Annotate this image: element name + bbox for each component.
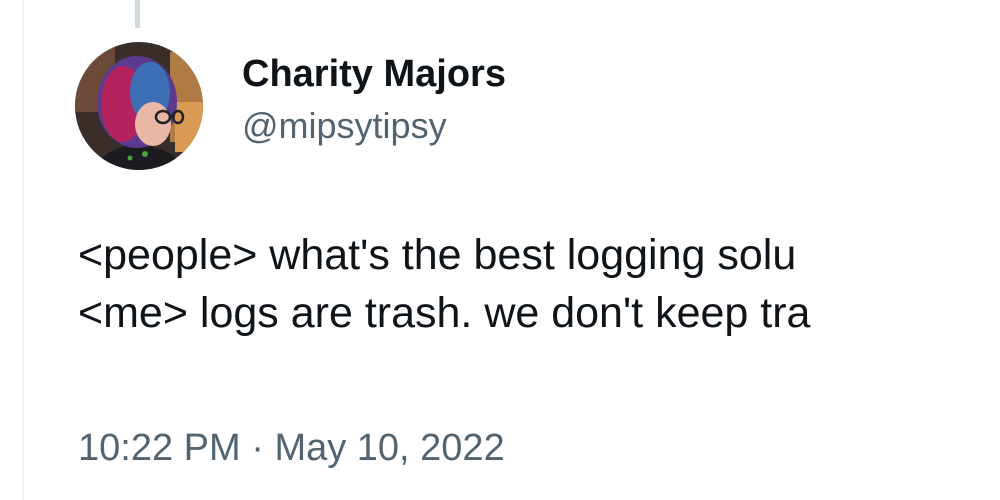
avatar-image: [75, 42, 203, 170]
tweet-line-2: <me> logs are trash. we don't keep tra: [78, 289, 811, 337]
tweet-timestamp: 10:22 PM · May 10, 2022: [78, 420, 505, 476]
column-border: [22, 0, 24, 500]
author-handle[interactable]: @mipsytipsy: [242, 102, 506, 150]
tweet-card: Charity Majors @mipsytipsy <people> what…: [0, 0, 1000, 500]
timestamp-time[interactable]: 10:22 PM: [78, 427, 241, 469]
avatar[interactable]: [75, 42, 203, 170]
thread-connector-line: [135, 0, 140, 28]
author-display-name[interactable]: Charity Majors: [242, 50, 506, 98]
timestamp-separator: ·: [251, 427, 264, 469]
author-info: Charity Majors @mipsytipsy: [242, 50, 506, 150]
timestamp-date[interactable]: May 10, 2022: [274, 427, 504, 469]
tweet-text: <people> what's the best logging solu <m…: [78, 226, 1000, 342]
tweet-line-1: <people> what's the best logging solu: [78, 231, 797, 279]
